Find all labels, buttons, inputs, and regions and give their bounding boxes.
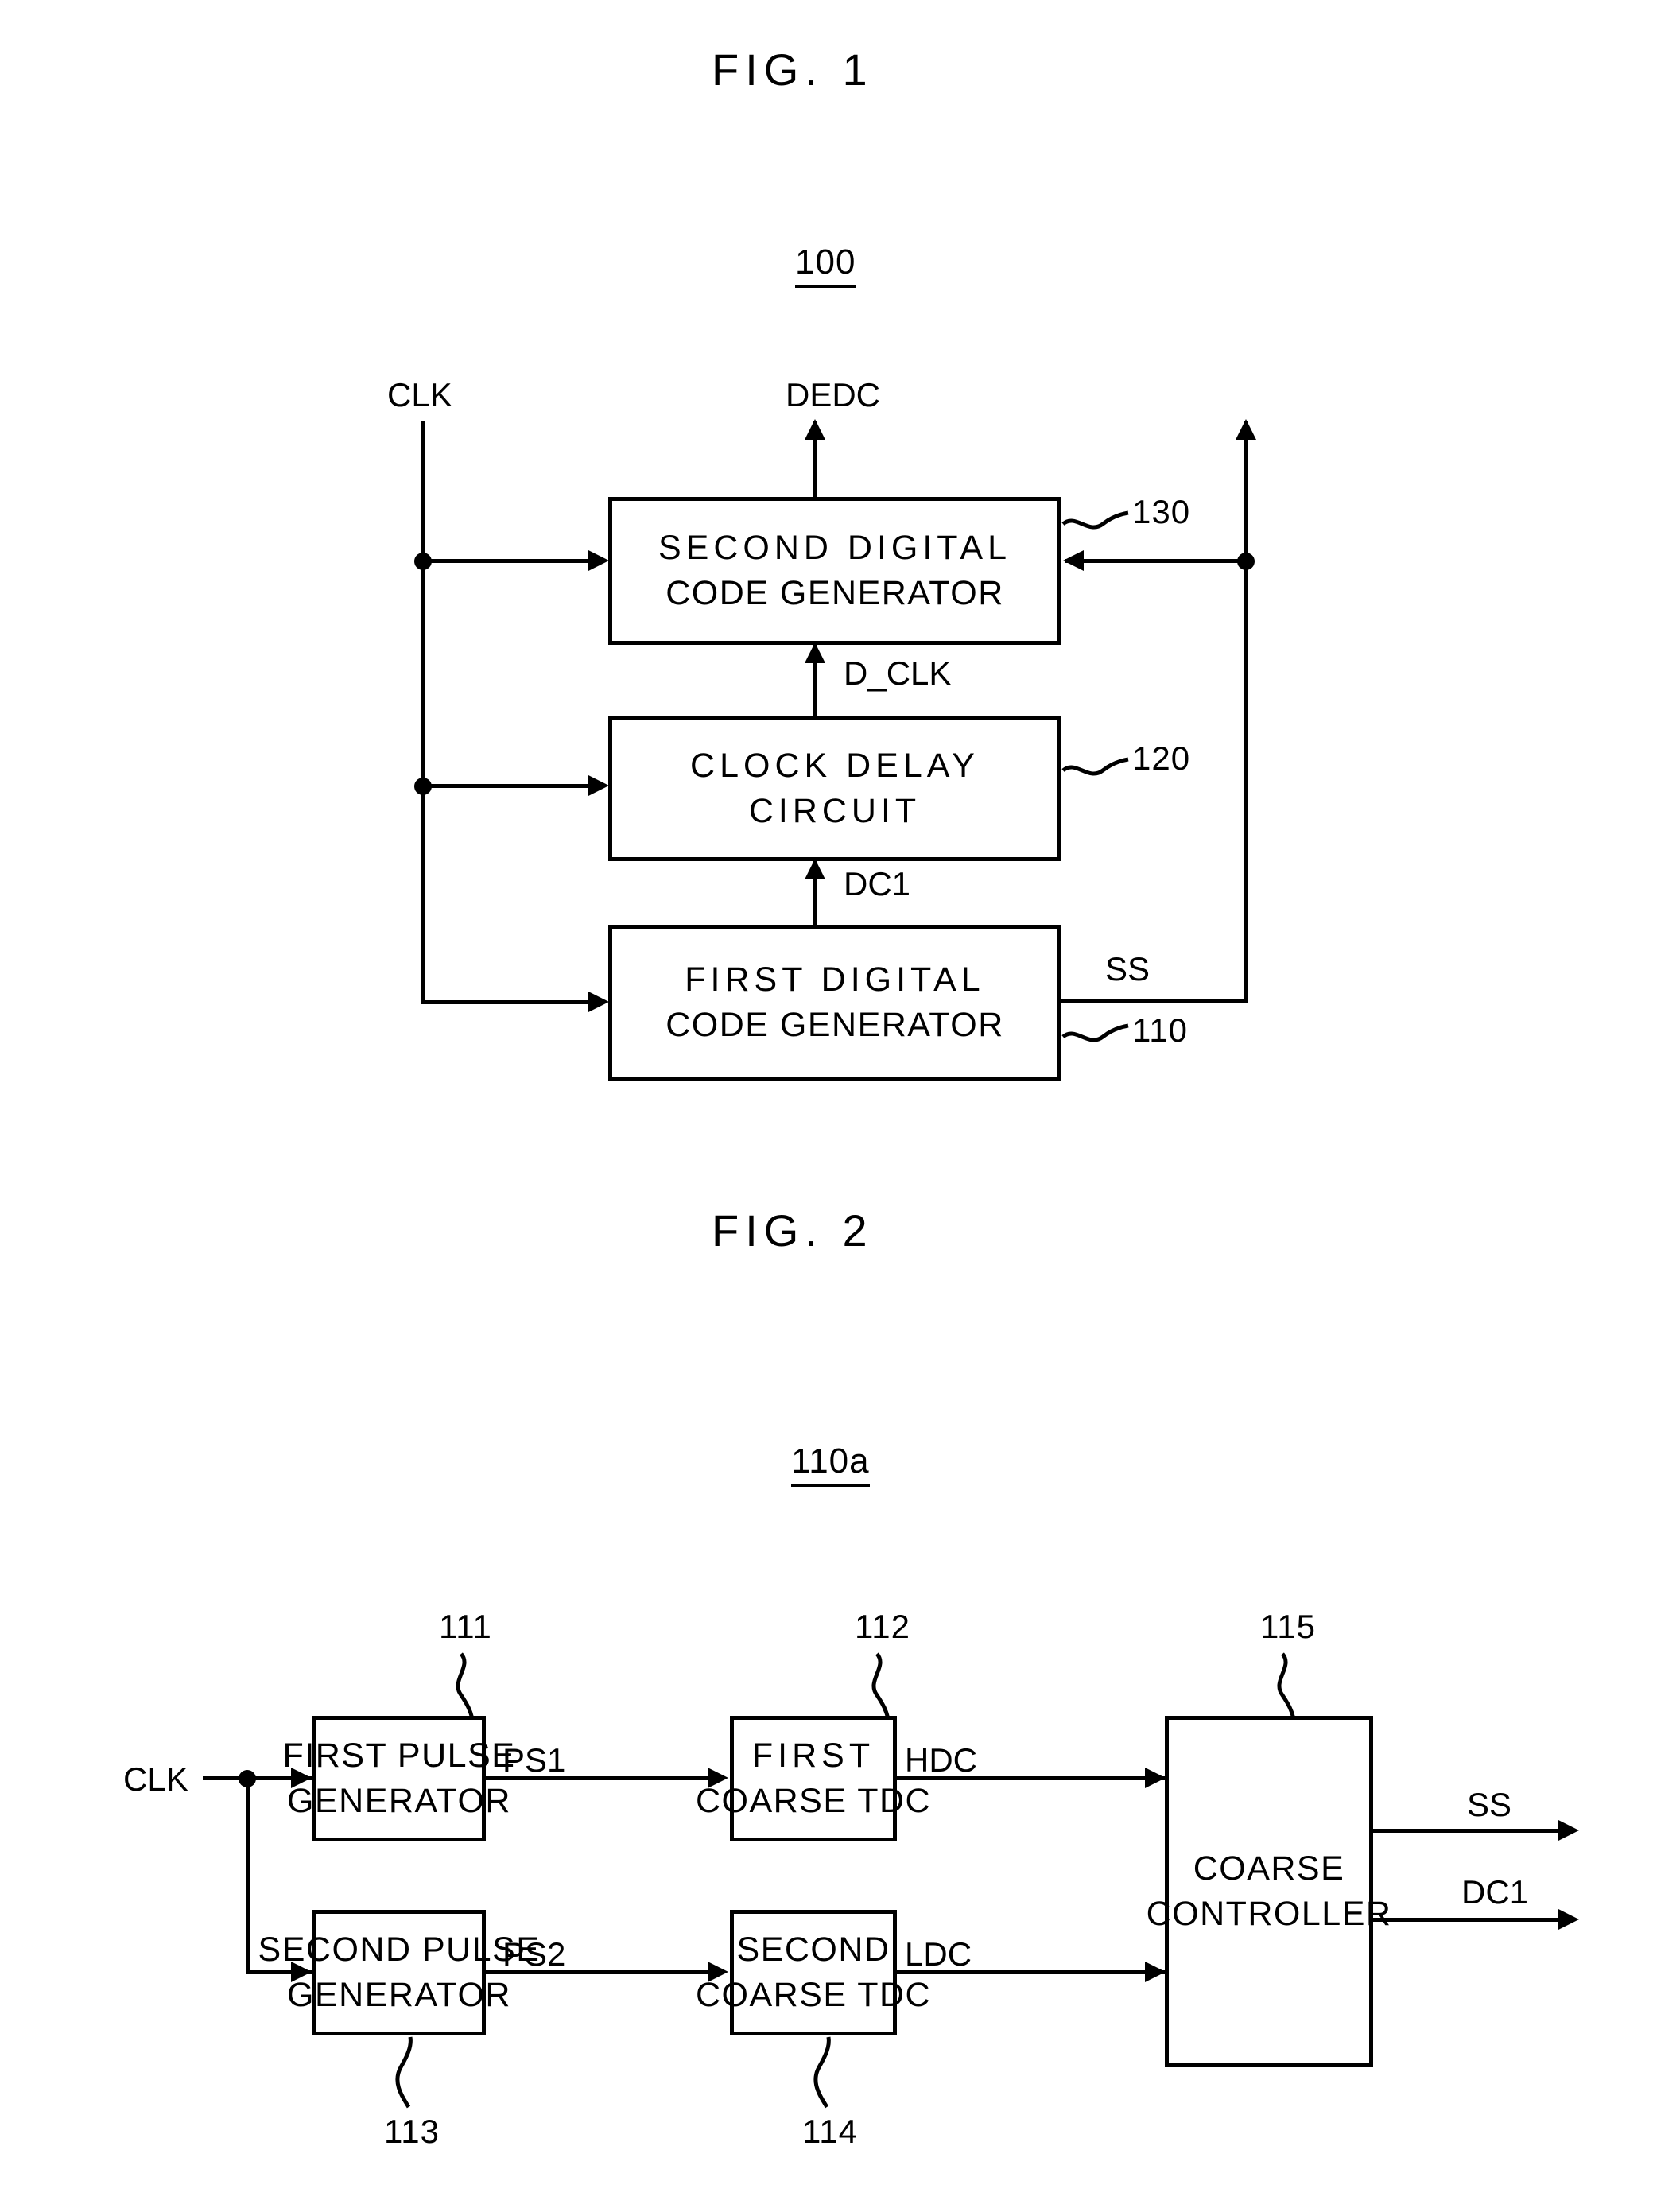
block-115-line-1: COARSE [1193,1849,1345,1888]
reference-number-111: 111 [439,1608,492,1645]
ps2-line [486,1970,711,1974]
block-110-line-2: CODE GENERATOR [665,1006,1004,1044]
figure-2-system-ref: 110a [791,1442,870,1487]
block-130-line-1: SECOND DIGITAL [658,529,1011,568]
leader-line-111 [445,1652,493,1721]
arrowhead-d-clk-icon [805,642,825,663]
block-coarse-controller[interactable]: COARSE CONTROLLER [1147,1716,1391,2067]
block-111-line-2: GENERATOR [287,1782,511,1820]
junction-dot-clk-130 [414,553,432,570]
reference-number-114: 114 [802,2113,858,2150]
signal-label-hdc: HDC [905,1741,977,1779]
signal-label-clk-fig2: CLK [123,1760,188,1798]
signal-label-ps2: PS2 [502,1935,566,1973]
reference-number-120: 120 [1132,739,1191,777]
signal-label-dc1-fig1: DC1 [844,865,911,902]
clk-branch-to-first-digital-code-generator [421,1000,588,1004]
figure-2-title: FIG. 2 [712,1205,874,1255]
block-second-coarse-tdc[interactable]: SECOND COARSE TDC [696,1910,930,2035]
block-111-line-1: FIRST PULSE [282,1737,516,1775]
block-first-coarse-tdc[interactable]: FIRST COARSE TDC [696,1716,930,1841]
arrowhead-dedc-icon [805,419,825,440]
arrowhead-clk-to-130-icon [588,550,609,571]
signal-label-ss-fig2: SS [1467,1786,1512,1823]
block-114-line-1: SECOND [736,1931,891,1969]
signal-label-ss-fig1: SS [1105,950,1151,988]
signal-label-clk-fig1: CLK [387,376,452,413]
ldc-line [897,1970,1167,1974]
block-clock-delay-circuit[interactable]: CLOCK DELAY CIRCUIT [608,716,1061,861]
block-113-line-2: GENERATOR [287,1976,511,2014]
ss-feedback-horizontal-fig1 [1061,999,1248,1003]
reference-number-130: 130 [1132,493,1191,530]
ps1-line [486,1776,711,1780]
block-110-line-1: FIRST DIGITAL [685,960,985,999]
block-115-line-2: CONTROLLER [1146,1895,1392,1933]
leader-line-114 [801,2035,849,2109]
arrowhead-dc1-output-icon [1558,1909,1579,1930]
arrowhead-clk-to-110-icon [588,992,609,1012]
block-130-line-2: CODE GENERATOR [665,574,1004,612]
clk-branch-to-clock-delay-circuit [421,784,588,788]
leader-line-113 [383,2035,431,2109]
arrowhead-ss-output-icon [1558,1820,1579,1841]
block-first-pulse-generator[interactable]: FIRST PULSE GENERATOR [283,1716,514,1841]
signal-label-dc1-fig2: DC1 [1461,1873,1529,1911]
reference-number-110: 110 [1132,1011,1188,1049]
arrowhead-clk-to-120-icon [588,775,609,796]
arrowhead-ss-top-icon [1236,419,1256,440]
clk-branch-vertical-fig2 [246,1776,250,1973]
clk-trunk-fig1 [421,421,425,1004]
reference-number-113: 113 [384,2113,440,2150]
patent-drawing-sheet: FIG. 1 100 CLK DEDC SECOND DIGITAL CODE … [0,0,1653,2212]
arrowhead-dc1-icon [805,859,825,879]
signal-label-d-clk: D_CLK [844,654,952,692]
block-second-digital-code-generator[interactable]: SECOND DIGITAL CODE GENERATOR [608,497,1061,645]
block-second-pulse-generator[interactable]: SECOND PULSE GENERATOR [258,1910,539,2035]
figure-1-title: FIG. 1 [712,45,874,95]
block-first-digital-code-generator[interactable]: FIRST DIGITAL CODE GENERATOR [608,925,1061,1081]
block-120-line-2: CIRCUIT [748,792,922,830]
block-113-line-1: SECOND PULSE [258,1931,541,1969]
arrowhead-ss-into-130-icon [1063,550,1084,571]
junction-dot-ss-130 [1237,553,1255,570]
leader-line-112 [861,1652,909,1721]
block-114-line-2: COARSE TDC [695,1976,932,2014]
arrowhead-ldc-icon [1145,1962,1166,1982]
ss-into-130-line [1065,559,1248,563]
ss-feedback-vertical-fig1 [1244,421,1248,1003]
signal-label-dedc: DEDC [786,376,881,413]
clk-branch-to-second-digital-code-generator [421,559,588,563]
hdc-line [897,1776,1167,1780]
signal-label-ldc: LDC [905,1935,972,1973]
reference-number-115: 115 [1260,1608,1316,1645]
leader-line-115 [1267,1652,1314,1721]
dc1-output-line-fig2 [1373,1918,1564,1922]
junction-dot-clk-120 [414,778,432,795]
block-112-line-2: COARSE TDC [695,1782,932,1820]
reference-number-112: 112 [855,1608,910,1645]
figure-1-system-ref: 100 [795,243,856,288]
arrowhead-hdc-icon [1145,1768,1166,1788]
block-112-line-1: FIRST [751,1737,875,1775]
signal-label-ps1: PS1 [502,1741,566,1779]
block-120-line-1: CLOCK DELAY [690,747,980,786]
ss-output-line-fig2 [1373,1829,1564,1833]
